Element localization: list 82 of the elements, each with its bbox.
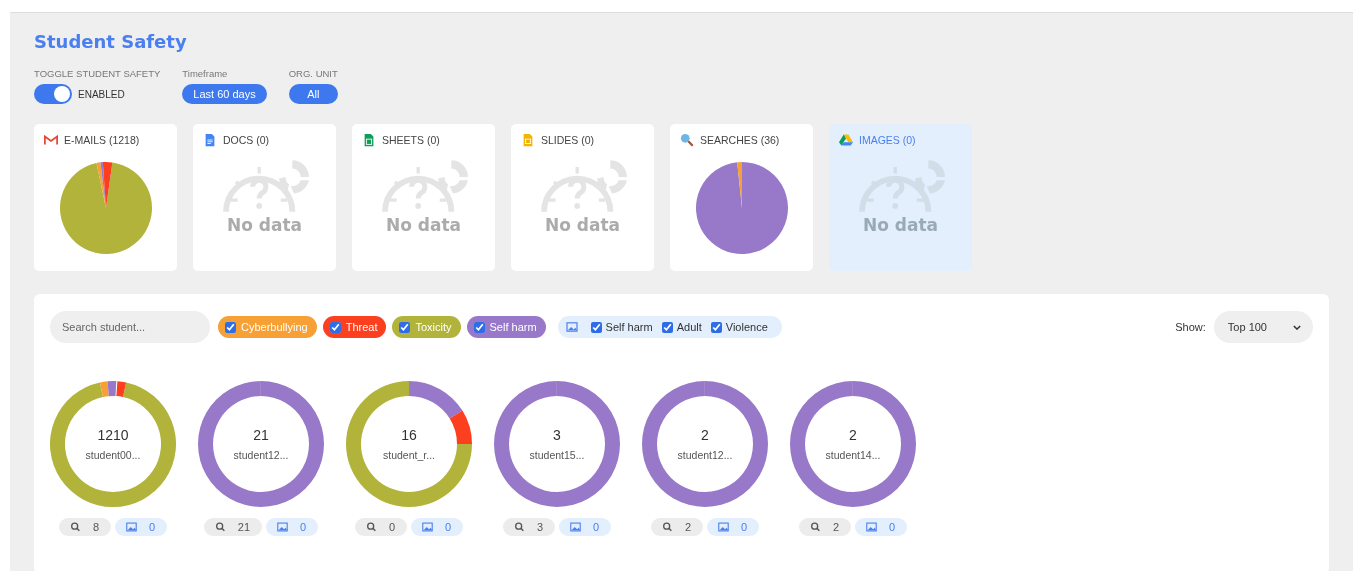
checkbox[interactable] <box>399 321 411 333</box>
card-title: E-MAILS (1218) <box>64 134 140 146</box>
image-count-badge: 0 <box>855 518 908 536</box>
image-icon <box>422 522 433 532</box>
no-data-label: No data <box>226 215 303 235</box>
slides-icon <box>521 133 535 147</box>
checkbox[interactable] <box>710 321 722 333</box>
student-count: 1210 <box>97 427 129 443</box>
spreadsheet-icon <box>362 133 376 147</box>
student-count: 3 <box>553 427 561 443</box>
control-label: TOGGLE STUDENT SAFETY <box>34 68 161 79</box>
card-title: SLIDES (0) <box>541 134 595 146</box>
card-title: SEARCHES (36) <box>700 134 780 146</box>
image-count-badge: 0 <box>411 518 464 536</box>
page-title: Student Safety <box>34 31 188 52</box>
image-icon <box>866 522 877 532</box>
no-data-label: No data <box>385 215 462 235</box>
student-count: 2 <box>701 427 709 443</box>
source-card[interactable]: SEARCHES (36) <box>670 124 813 271</box>
control-label: Timeframe <box>182 68 229 79</box>
control-label: ORG. UNIT <box>288 68 338 79</box>
student-name: student15... <box>529 449 585 461</box>
source-card[interactable]: E-MAILS (1218) <box>34 124 177 271</box>
search-count-badge: 2 <box>650 518 703 536</box>
image-icon <box>718 522 729 532</box>
checkbox[interactable] <box>661 321 673 333</box>
search-count-badge: 2 <box>798 518 851 536</box>
checkbox[interactable] <box>590 321 602 333</box>
student-count: 16 <box>401 427 417 443</box>
source-card[interactable]: SHEETS (0) No data <box>352 124 495 271</box>
document-icon <box>203 133 217 147</box>
search-icon <box>513 522 525 532</box>
student-name: student12... <box>233 449 289 461</box>
toggle-status: ENABLED <box>78 88 125 100</box>
search-icon <box>809 522 821 532</box>
dropdown-pill[interactable]: Last 60 days <box>182 84 267 104</box>
show-dropdown[interactable]: Top 100 <box>1213 311 1313 343</box>
category-tag[interactable]: Self harm <box>466 316 546 338</box>
image-count-badge: 0 <box>115 518 168 536</box>
category-tag[interactable]: Threat <box>322 316 387 338</box>
checkbox[interactable] <box>225 321 236 333</box>
image-icon <box>565 322 578 332</box>
show-label: Show: <box>1175 321 1206 333</box>
search-icon <box>365 522 377 532</box>
image-filter-option[interactable]: Self harm <box>590 321 653 333</box>
no-data-label: No data <box>862 215 939 235</box>
source-card[interactable]: DOCS (0) No data <box>193 124 336 271</box>
toggle-switch[interactable] <box>34 84 72 104</box>
student-count: 2 <box>849 427 857 443</box>
image-filter-option[interactable]: Adult <box>661 321 702 333</box>
image-count-badge: 0 <box>266 518 319 536</box>
caret-icon <box>1293 324 1301 330</box>
search-icon <box>214 522 226 532</box>
dropdown-pill[interactable]: All <box>288 84 338 104</box>
image-icon <box>570 522 581 532</box>
source-card[interactable]: SLIDES (0) No data <box>511 124 654 271</box>
search-count-badge: 0 <box>354 518 407 536</box>
image-count-badge: 0 <box>559 518 612 536</box>
search-count-badge: 8 <box>58 518 111 536</box>
student-count: 21 <box>253 427 269 443</box>
search-count-badge: 3 <box>502 518 555 536</box>
search-icon <box>661 522 673 532</box>
checkbox[interactable] <box>329 321 341 333</box>
student-name: student14... <box>825 449 881 461</box>
checkbox[interactable] <box>473 321 485 333</box>
student-name: student12... <box>677 449 733 461</box>
magnifier-icon <box>680 133 694 147</box>
search-icon <box>69 522 81 532</box>
card-title: SHEETS (0) <box>382 134 440 146</box>
envelope-m-icon <box>44 133 58 147</box>
card-title: IMAGES (0) <box>859 134 916 146</box>
student-name: student_r... <box>383 449 435 461</box>
student-name: student00... <box>85 449 141 461</box>
no-data-label: No data <box>544 215 621 235</box>
image-icon <box>126 522 137 532</box>
image-count-badge: 0 <box>707 518 760 536</box>
image-filter-option[interactable]: Violence <box>710 321 768 333</box>
drive-triangle-icon <box>839 133 853 147</box>
search-field[interactable]: Search student... <box>50 311 210 343</box>
search-count-badge: 21 <box>203 518 263 536</box>
card-title: DOCS (0) <box>223 134 270 146</box>
image-icon <box>277 522 289 532</box>
